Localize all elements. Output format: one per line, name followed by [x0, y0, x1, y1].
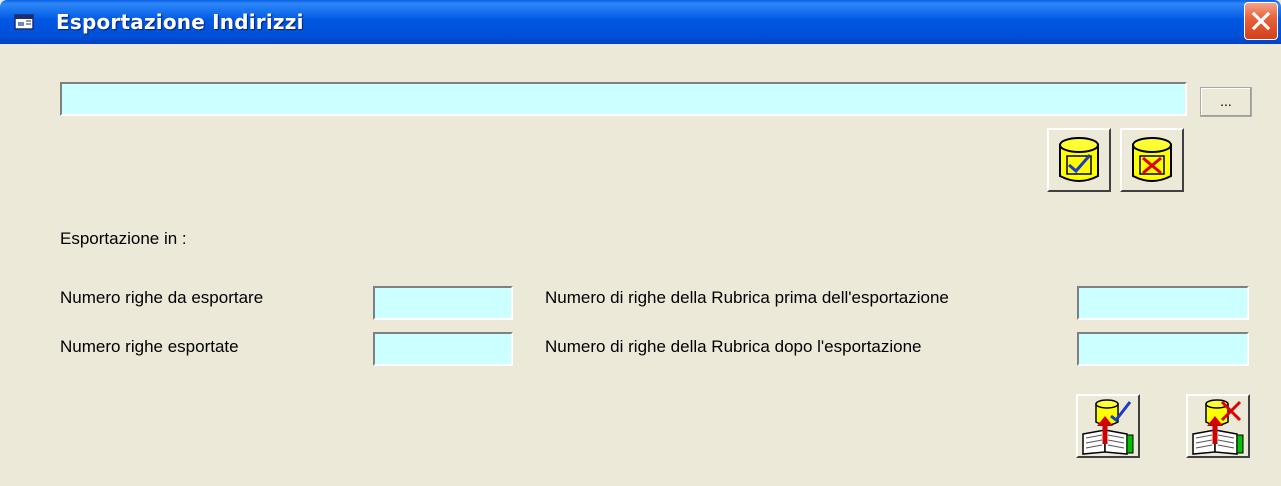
export-dialog: Esportazione Indirizzi ... Esportazione … [0, 0, 1281, 486]
export-to-addressbook-cross-icon [1192, 399, 1244, 455]
export-target-heading: Esportazione in : [60, 229, 187, 248]
window-title: Esportazione Indirizzi [56, 10, 304, 34]
close-icon [1251, 11, 1271, 31]
database-cross-icon [1132, 137, 1172, 182]
rows-exported-label: Numero righe esportate [60, 337, 239, 356]
cancel-file-button[interactable] [1120, 128, 1184, 192]
close-button[interactable] [1244, 2, 1278, 40]
rows-to-export-label: Numero righe da esportare [60, 288, 264, 307]
rows-exported-field[interactable] [373, 332, 513, 366]
confirm-file-button[interactable] [1047, 128, 1111, 192]
export-to-addressbook-check-icon [1082, 399, 1134, 455]
browse-button[interactable]: ... [1200, 87, 1252, 117]
database-check-icon [1059, 137, 1099, 182]
rubrica-after-label: Numero di righe della Rubrica dopo l'esp… [545, 337, 922, 356]
start-export-button[interactable] [1076, 394, 1140, 458]
rubrica-before-field[interactable] [1077, 286, 1249, 320]
cancel-export-button[interactable] [1186, 394, 1250, 458]
rubrica-after-field[interactable] [1077, 332, 1249, 366]
rows-to-export-field[interactable] [373, 286, 513, 320]
rubrica-before-label: Numero di righe della Rubrica prima dell… [545, 288, 949, 307]
file-path-input[interactable] [60, 82, 1187, 116]
title-bar[interactable]: Esportazione Indirizzi [0, 0, 1281, 44]
window-app-icon[interactable] [14, 12, 36, 32]
